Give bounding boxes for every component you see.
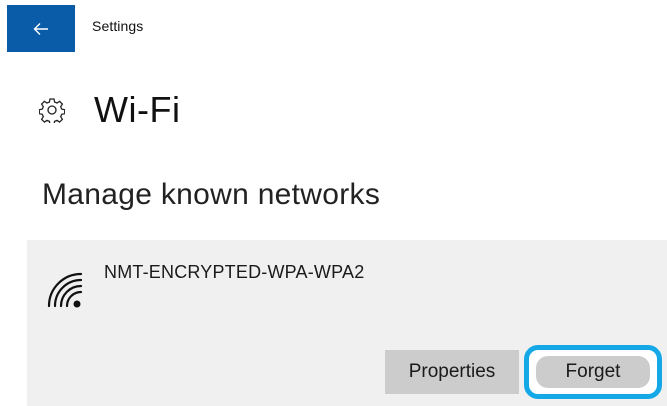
known-network-item[interactable]: NMT-ENCRYPTED-WPA-WPA2 Properties Forget: [27, 240, 667, 406]
back-button[interactable]: [7, 5, 75, 52]
network-name: NMT-ENCRYPTED-WPA-WPA2: [104, 262, 365, 282]
properties-button[interactable]: Properties: [385, 350, 519, 394]
section-title: Manage known networks: [42, 178, 381, 211]
page-title: Wi-Fi: [94, 89, 181, 130]
gear-icon: [38, 96, 66, 124]
app-title: Settings: [92, 18, 144, 34]
page-header: Wi-Fi: [38, 86, 180, 134]
wifi-signal-icon: [45, 270, 85, 310]
title-bar: Settings: [0, 0, 667, 55]
forget-button[interactable]: Forget: [536, 356, 650, 388]
arrow-left-icon: [33, 22, 49, 36]
